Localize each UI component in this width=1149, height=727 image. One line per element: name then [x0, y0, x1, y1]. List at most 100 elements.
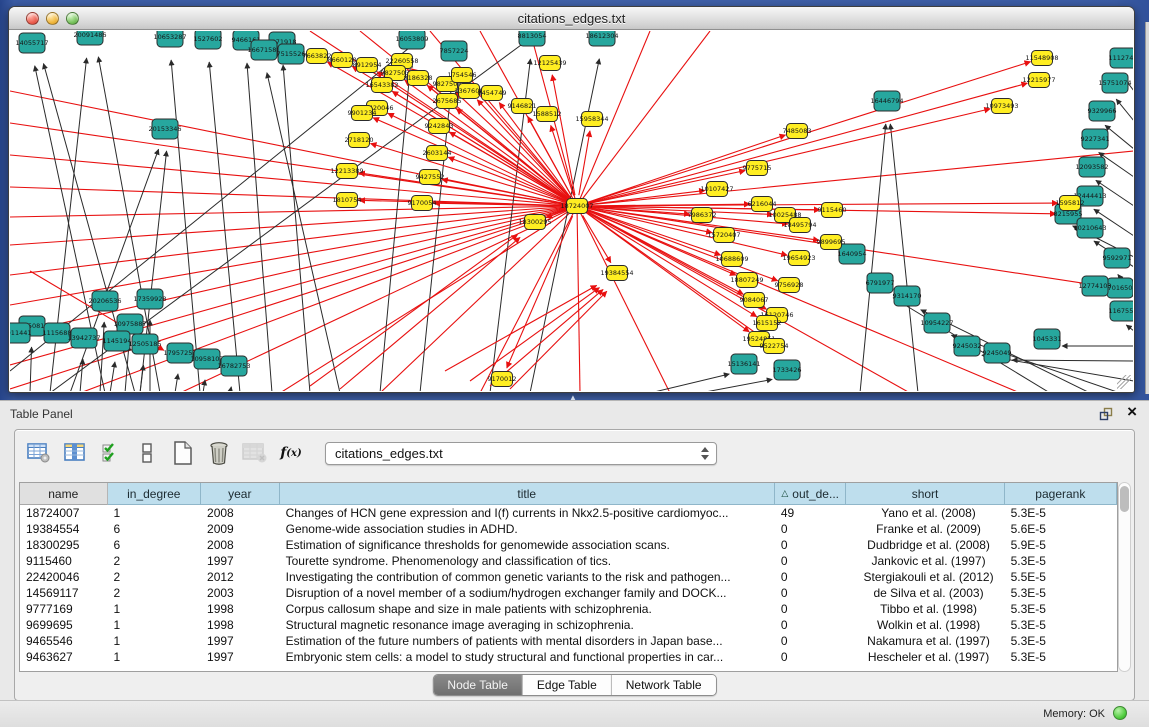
graph-node[interactable]: 12215977 — [1022, 73, 1055, 88]
tab-network-table[interactable]: Network Table — [612, 675, 716, 695]
graph-node[interactable]: 18300295 — [518, 215, 551, 230]
graph-node[interactable]: 3911441 — [10, 323, 31, 343]
graph-node[interactable]: 17359928 — [133, 289, 166, 309]
graph-node[interactable]: 8912954 — [353, 58, 382, 73]
network-canvas[interactable]: 1405571720091486106532871527602946616110… — [10, 31, 1133, 391]
graph-node[interactable]: 9245049 — [983, 343, 1012, 363]
table-row[interactable]: 2242004622012Investigating the contribut… — [20, 569, 1117, 585]
graph-node[interactable]: 10954227 — [920, 313, 953, 333]
graph-node[interactable]: 7857224 — [440, 41, 469, 61]
graph-node[interactable]: 7986372 — [688, 208, 717, 223]
graph-node[interactable]: 9115460 — [818, 203, 847, 218]
graph-node[interactable]: 19654923 — [782, 251, 815, 266]
table-scrollbar-thumb[interactable] — [1120, 486, 1129, 512]
graph-node[interactable]: 1615152 — [753, 316, 782, 331]
graph-node[interactable]: 9245032 — [953, 336, 982, 356]
graph-node[interactable]: 2675685 — [433, 94, 462, 109]
column-header-name[interactable]: name — [20, 483, 108, 505]
graph-node[interactable]: 9901234 — [348, 106, 377, 121]
graph-node[interactable]: 1527602 — [194, 31, 223, 49]
table-select-dropdown[interactable]: citations_edges.txt — [325, 442, 717, 465]
citation-graph[interactable]: 1405571720091486106532871527602946616110… — [10, 31, 1133, 391]
graph-node[interactable]: 16053809 — [395, 31, 428, 49]
table-row[interactable]: 969969511998Structural magnetic resonanc… — [20, 617, 1117, 633]
table-row[interactable]: 911546021997Tourette syndrome. Phenomeno… — [20, 553, 1117, 569]
row-check-icon[interactable] — [97, 438, 125, 468]
graph-node[interactable]: 20153346 — [148, 119, 181, 139]
graph-node[interactable]: 9329966 — [1088, 101, 1117, 121]
table-row[interactable]: 1456911722003Disruption of a novel membe… — [20, 585, 1117, 601]
graph-node[interactable]: 9170054 — [408, 196, 437, 211]
graph-node[interactable]: 8813054 — [518, 31, 547, 46]
graph-node[interactable]: 10107427 — [700, 182, 733, 197]
column-header-out_de[interactable]: △out_de... — [775, 483, 847, 505]
memory-status-icon[interactable] — [1113, 706, 1127, 720]
graph-node[interactable]: 1640954 — [838, 244, 867, 264]
table-row[interactable]: 1830029562008Estimation of significance … — [20, 537, 1117, 553]
graph-node[interactable]: 9427552 — [416, 170, 445, 185]
graph-node[interactable]: 1810754 — [333, 193, 362, 208]
table-row[interactable]: 1938455462009Genome-wide association stu… — [20, 521, 1117, 537]
graph-node[interactable]: 12505185 — [128, 334, 161, 354]
graph-node[interactable]: 1595812 — [1056, 196, 1085, 211]
graph-node[interactable]: 1167551 — [1109, 301, 1133, 321]
trash-icon[interactable] — [205, 438, 233, 468]
table-row[interactable]: 946362711997Embryonic stem cells: a mode… — [20, 649, 1117, 665]
network-window-titlebar[interactable]: citations_edges.txt — [9, 7, 1134, 30]
column-header-short[interactable]: short — [846, 483, 1004, 505]
table-row[interactable]: 1872400712008Changes of HCN gene express… — [20, 505, 1117, 521]
graph-node[interactable]: 10688609 — [715, 252, 748, 267]
graph-node[interactable]: 8454749 — [478, 86, 507, 101]
graph-node[interactable]: 2603144 — [423, 146, 452, 161]
graph-node[interactable]: 11548908 — [1025, 51, 1058, 66]
graph-node[interactable]: 9899695 — [817, 235, 846, 250]
graph-node[interactable]: 15136141 — [727, 354, 760, 374]
graph-node[interactable]: 10973493 — [985, 99, 1018, 114]
graph-node[interactable]: 9227341 — [1081, 129, 1110, 149]
column-header-title[interactable]: title — [280, 483, 775, 505]
graph-node[interactable]: 12093582 — [1075, 157, 1108, 177]
table-row[interactable]: 977716911998Corpus callosum shape and si… — [20, 601, 1117, 617]
tab-edge-table[interactable]: Edge Table — [523, 675, 612, 695]
graph-node[interactable]: 1588512 — [533, 107, 562, 122]
graph-node[interactable]: 9242843 — [425, 119, 454, 134]
tab-node-table[interactable]: Node Table — [433, 675, 523, 695]
graph-node[interactable]: 20206536 — [88, 291, 121, 311]
graph-node[interactable]: 12213389 — [330, 164, 363, 179]
column-header-in_degree[interactable]: in_degree — [108, 483, 201, 505]
graph-node[interactable]: 7485083 — [783, 124, 812, 139]
graph-node[interactable]: 9084067 — [740, 293, 769, 308]
graph-node[interactable]: 2718120 — [345, 133, 374, 148]
graph-node[interactable]: 16446794 — [870, 91, 903, 111]
graph-node[interactable]: 1145194 — [103, 331, 132, 351]
graph-node[interactable]: 18612304 — [585, 31, 618, 46]
graph-node[interactable]: 16782753 — [217, 356, 250, 376]
graph-node[interactable]: 1733426 — [773, 360, 802, 380]
window-resize-grip[interactable] — [1117, 375, 1131, 389]
graph-node[interactable]: 12125439 — [533, 56, 566, 71]
graph-node[interactable]: 14055717 — [15, 33, 48, 53]
column-header-pagerank[interactable]: pagerank — [1005, 483, 1117, 505]
new-file-icon[interactable] — [169, 438, 197, 468]
function-builder-icon[interactable]: f(x) — [277, 438, 305, 468]
column-header-year[interactable]: year — [201, 483, 280, 505]
graph-node[interactable]: 1754546 — [448, 68, 477, 83]
graph-node[interactable]: 8186328 — [404, 71, 433, 86]
clear-selection-icon[interactable] — [133, 438, 161, 468]
table-scrollbar[interactable] — [1118, 482, 1131, 672]
graph-node[interactable]: 15958344 — [575, 112, 608, 127]
float-window-icon[interactable] — [1099, 407, 1113, 421]
graph-node[interactable]: 1112747 — [1109, 48, 1133, 68]
network-window[interactable]: citations_edges.txt 14055717200914861065… — [8, 6, 1135, 393]
graph-node[interactable]: 6216044 — [748, 197, 777, 212]
graph-node[interactable]: 1045331 — [1033, 329, 1062, 349]
graph-node[interactable]: 9592971 — [1103, 248, 1132, 268]
graph-node[interactable]: 20091486 — [73, 31, 106, 45]
graph-node[interactable]: 7515526 — [277, 44, 306, 64]
graph-node[interactable]: 9756928 — [775, 278, 804, 293]
graph-node[interactable]: 12774103 — [1078, 276, 1111, 296]
graph-node[interactable]: 9522754 — [760, 339, 789, 354]
graph-node[interactable]: 13942737 — [67, 328, 100, 348]
close-icon[interactable]: × — [1127, 402, 1137, 422]
column-visibility-icon[interactable] — [61, 438, 89, 468]
